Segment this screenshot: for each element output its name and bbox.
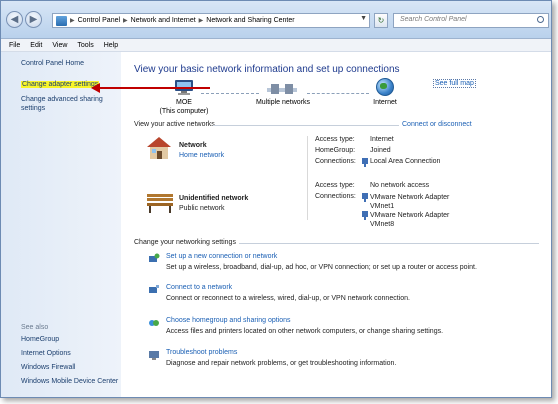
- see-also-heading: See also: [21, 324, 49, 331]
- address-dropdown-icon[interactable]: ▼: [360, 15, 367, 22]
- back-arrow-icon: ◀: [10, 14, 19, 25]
- task-description: Connect or reconnect to a wireless, wire…: [166, 295, 410, 302]
- troubleshoot-icon: [148, 349, 160, 361]
- sidebar-windows-firewall[interactable]: Windows Firewall: [21, 364, 75, 371]
- menu-tools[interactable]: Tools: [77, 42, 93, 49]
- control-panel-icon: [56, 15, 67, 26]
- search-input[interactable]: Search Control Panel: [393, 13, 549, 28]
- sidebar-control-panel-home[interactable]: Control Panel Home: [21, 60, 84, 67]
- access-type-label: Access type:: [315, 182, 355, 189]
- sidebar-change-advanced-sharing[interactable]: Change advanced sharing settings: [21, 95, 113, 113]
- connection-line: [307, 93, 369, 94]
- house-icon: [146, 136, 172, 160]
- access-type-value: Internet: [370, 136, 394, 143]
- vmware-vmnet8-link[interactable]: VMware Network Adapter VMnet8: [370, 211, 466, 229]
- see-full-map-link[interactable]: See full map: [433, 79, 476, 88]
- globe-icon: [376, 78, 394, 96]
- network-name: Network: [179, 142, 207, 149]
- sidebar: Control Panel Home Change adapter settin…: [1, 52, 121, 397]
- address-bar[interactable]: ▶ Control Panel ▶ Network and Internet ▶…: [52, 13, 370, 28]
- computer-name: MOE: [176, 99, 192, 106]
- menu-file[interactable]: File: [9, 42, 20, 49]
- network-type-link[interactable]: Home network: [179, 152, 224, 159]
- annotation-arrowhead-icon: [91, 83, 100, 93]
- connect-or-disconnect-link[interactable]: Connect or disconnect: [402, 121, 472, 128]
- access-type-value: No network access: [370, 182, 430, 189]
- divider: [213, 125, 399, 126]
- back-button[interactable]: ◀: [6, 11, 23, 28]
- connect-to-network-link[interactable]: Connect to a network: [166, 284, 232, 291]
- connection-line: [201, 93, 259, 94]
- menu-edit[interactable]: Edit: [30, 42, 42, 49]
- menu-bar: File Edit View Tools Help: [1, 39, 551, 52]
- multiple-networks-icon: [267, 82, 297, 96]
- computer-sub: (This computer): [159, 108, 209, 115]
- local-area-connection-link[interactable]: Local Area Connection: [370, 158, 440, 165]
- multiple-networks-label: Multiple networks: [255, 99, 311, 106]
- breadcrumb-network-sharing[interactable]: Network and Sharing Center: [206, 17, 294, 24]
- network-name: Unidentified network: [179, 195, 249, 202]
- network-type: Public network: [179, 205, 225, 212]
- chevron-right-icon: ▶: [123, 18, 128, 24]
- sidebar-internet-options[interactable]: Internet Options: [21, 350, 71, 357]
- forward-button[interactable]: ▶: [25, 11, 42, 28]
- menu-help[interactable]: Help: [104, 42, 118, 49]
- internet-label: Internet: [373, 99, 397, 106]
- search-placeholder: Search Control Panel: [400, 16, 467, 23]
- active-networks-title: View your active networks: [134, 121, 215, 128]
- homegroup-label: HomeGroup:: [315, 147, 356, 154]
- troubleshoot-problems-link[interactable]: Troubleshoot problems: [166, 349, 237, 356]
- main-content: View your basic network information and …: [121, 52, 551, 397]
- task-description: Diagnose and repair network problems, or…: [166, 360, 397, 367]
- connect-network-icon: [148, 284, 160, 296]
- homegroup-joined-link[interactable]: Joined: [370, 147, 391, 154]
- divider: [239, 243, 539, 244]
- sidebar-homegroup[interactable]: HomeGroup: [21, 336, 59, 343]
- search-icon: [537, 16, 544, 23]
- refresh-icon: ↻: [377, 16, 385, 25]
- connections-label: Connections:: [315, 158, 356, 165]
- refresh-button[interactable]: ↻: [374, 13, 388, 28]
- connections-label: Connections:: [315, 193, 356, 200]
- networking-settings-title: Change your networking settings: [134, 239, 236, 246]
- sidebar-change-adapter-settings[interactable]: Change adapter settings: [21, 81, 100, 88]
- homegroup-sharing-icon: [148, 317, 160, 329]
- new-connection-icon: [148, 253, 160, 265]
- sidebar-windows-mobile-device-center[interactable]: Windows Mobile Device Center: [21, 378, 118, 385]
- breadcrumb-control-panel[interactable]: Control Panel: [78, 17, 120, 24]
- vertical-divider: [307, 136, 308, 220]
- menu-view[interactable]: View: [52, 42, 67, 49]
- page-title: View your basic network information and …: [134, 64, 400, 75]
- setup-new-connection-link[interactable]: Set up a new connection or network: [166, 253, 277, 260]
- network-sharing-center-window: ◀ ▶ ▶ Control Panel ▶ Network and Intern…: [0, 0, 552, 398]
- chevron-right-icon: ▶: [70, 18, 75, 24]
- breadcrumb-network-internet[interactable]: Network and Internet: [131, 17, 196, 24]
- homegroup-sharing-options-link[interactable]: Choose homegroup and sharing options: [166, 317, 291, 324]
- access-type-label: Access type:: [315, 136, 355, 143]
- chevron-right-icon: ▶: [198, 18, 204, 24]
- task-description: Set up a wireless, broadband, dial-up, a…: [166, 264, 477, 271]
- park-bench-icon: [146, 192, 174, 214]
- annotation-arrow-line: [95, 87, 210, 89]
- title-bar: ◀ ▶ ▶ Control Panel ▶ Network and Intern…: [1, 1, 551, 39]
- vmware-vmnet1-link[interactable]: VMware Network Adapter VMnet1: [370, 193, 466, 211]
- forward-arrow-icon: ▶: [29, 14, 38, 25]
- task-description: Access files and printers located on oth…: [166, 328, 444, 335]
